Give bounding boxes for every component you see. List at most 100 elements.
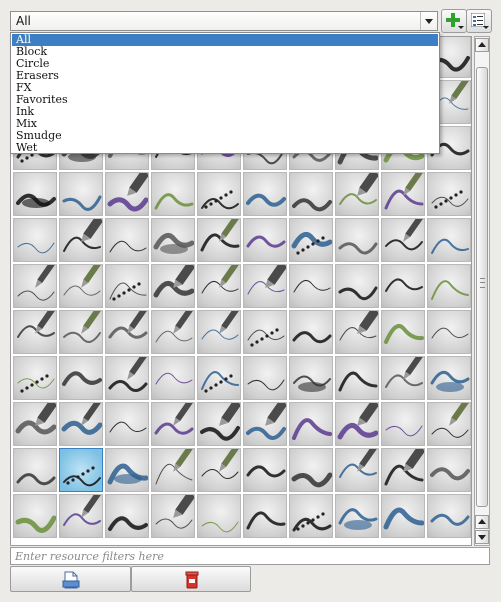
brush-preset-tile[interactable] [59, 218, 103, 262]
brush-preset-tile[interactable] [197, 448, 241, 492]
delete-resource-button[interactable] [131, 566, 251, 592]
add-tag-button[interactable] [441, 9, 467, 33]
brush-preset-tile[interactable] [197, 494, 241, 538]
brush-preset-tile[interactable] [105, 494, 149, 538]
brush-preset-tile[interactable] [243, 356, 287, 400]
brush-preset-tile[interactable] [13, 356, 57, 400]
brush-preset-tile[interactable] [59, 448, 103, 492]
brush-preset-tile[interactable] [105, 402, 149, 446]
brush-preset-tile[interactable] [381, 264, 425, 308]
brush-preset-tile[interactable] [151, 218, 195, 262]
brush-preset-tile[interactable] [381, 310, 425, 354]
vertical-scrollbar[interactable] [474, 36, 490, 546]
brush-preset-tile[interactable] [151, 264, 195, 308]
brush-preset-tile[interactable] [381, 356, 425, 400]
brush-preset-tile[interactable] [13, 402, 57, 446]
brush-preset-tile[interactable] [13, 264, 57, 308]
brush-preset-tile[interactable] [335, 264, 379, 308]
brush-preset-tile[interactable] [197, 264, 241, 308]
tag-option-circle[interactable]: Circle [12, 58, 438, 70]
brush-preset-tile[interactable] [289, 402, 333, 446]
brush-preset-tile[interactable] [335, 356, 379, 400]
brush-preset-tile[interactable] [381, 448, 425, 492]
brush-preset-tile[interactable] [427, 264, 471, 308]
brush-preset-tile[interactable] [151, 448, 195, 492]
tag-option-favorites[interactable]: Favorites [12, 94, 438, 106]
resource-filter-input[interactable] [11, 548, 489, 564]
scroll-up-button-lower[interactable] [475, 515, 489, 529]
brush-preset-tile[interactable] [335, 494, 379, 538]
brush-preset-tile[interactable] [243, 448, 287, 492]
tag-option-block[interactable]: Block [12, 46, 438, 58]
tag-option-erasers[interactable]: Erasers [12, 70, 438, 82]
brush-preset-tile[interactable] [243, 494, 287, 538]
brush-preset-tile[interactable] [427, 402, 471, 446]
brush-preset-tile[interactable] [289, 172, 333, 216]
brush-preset-tile[interactable] [427, 310, 471, 354]
brush-preset-tile[interactable] [243, 172, 287, 216]
brush-preset-tile[interactable] [335, 172, 379, 216]
brush-preset-tile[interactable] [13, 172, 57, 216]
brush-preset-tile[interactable] [427, 218, 471, 262]
brush-preset-tile[interactable] [289, 218, 333, 262]
brush-preset-tile[interactable] [335, 448, 379, 492]
brush-preset-tile[interactable] [427, 172, 471, 216]
brush-preset-tile[interactable] [381, 402, 425, 446]
scroll-down-button[interactable] [475, 530, 489, 544]
brush-preset-tile[interactable] [197, 310, 241, 354]
brush-preset-tile[interactable] [151, 402, 195, 446]
brush-preset-tile[interactable] [197, 402, 241, 446]
brush-preset-tile[interactable] [289, 356, 333, 400]
tag-option-mix[interactable]: Mix [12, 118, 438, 130]
tag-option-all[interactable]: All [12, 34, 438, 46]
tag-option-ink[interactable]: Ink [12, 106, 438, 118]
scroll-up-button[interactable] [475, 38, 489, 52]
brush-preset-tile[interactable] [13, 310, 57, 354]
brush-preset-tile[interactable] [105, 218, 149, 262]
brush-preset-tile[interactable] [59, 310, 103, 354]
brush-preset-tile[interactable] [105, 172, 149, 216]
brush-preset-tile[interactable] [197, 356, 241, 400]
brush-preset-tile[interactable] [289, 494, 333, 538]
brush-preset-tile[interactable] [243, 218, 287, 262]
brush-preset-tile[interactable] [335, 218, 379, 262]
brush-preset-tile[interactable] [59, 356, 103, 400]
view-mode-button[interactable] [466, 9, 492, 33]
brush-preset-tile[interactable] [59, 402, 103, 446]
brush-preset-tile[interactable] [105, 448, 149, 492]
brush-preset-tile[interactable] [13, 448, 57, 492]
tag-option-smudge[interactable]: Smudge [12, 130, 438, 142]
brush-preset-tile[interactable] [13, 494, 57, 538]
brush-preset-tile[interactable] [13, 218, 57, 262]
brush-preset-tile[interactable] [151, 356, 195, 400]
brush-preset-tile[interactable] [105, 356, 149, 400]
brush-preset-tile[interactable] [59, 172, 103, 216]
brush-preset-tile[interactable] [289, 448, 333, 492]
brush-preset-tile[interactable] [289, 310, 333, 354]
brush-preset-tile[interactable] [427, 448, 471, 492]
brush-preset-tile[interactable] [381, 218, 425, 262]
resource-filter-field[interactable] [10, 547, 490, 565]
brush-preset-tile[interactable] [243, 310, 287, 354]
brush-preset-tile[interactable] [197, 218, 241, 262]
tag-dropdown-list[interactable]: All Block Circle Erasers FX Favorites In… [10, 32, 440, 154]
brush-preset-tile[interactable] [427, 494, 471, 538]
scrollbar-thumb[interactable] [476, 67, 488, 507]
tag-option-wet[interactable]: Wet [12, 142, 438, 154]
brush-preset-tile[interactable] [197, 172, 241, 216]
chevron-down-icon[interactable] [420, 12, 437, 30]
tag-filter-combobox[interactable]: All [10, 11, 438, 31]
brush-preset-tile[interactable] [59, 264, 103, 308]
brush-preset-tile[interactable] [427, 356, 471, 400]
brush-preset-tile[interactable] [243, 264, 287, 308]
brush-preset-tile[interactable] [381, 494, 425, 538]
brush-preset-tile[interactable] [105, 264, 149, 308]
brush-preset-tile[interactable] [151, 494, 195, 538]
tag-option-fx[interactable]: FX [12, 82, 438, 94]
import-resource-button[interactable] [10, 566, 131, 592]
brush-preset-tile[interactable] [105, 310, 149, 354]
brush-preset-tile[interactable] [151, 172, 195, 216]
brush-preset-tile[interactable] [151, 310, 195, 354]
brush-preset-tile[interactable] [243, 402, 287, 446]
brush-preset-tile[interactable] [335, 402, 379, 446]
